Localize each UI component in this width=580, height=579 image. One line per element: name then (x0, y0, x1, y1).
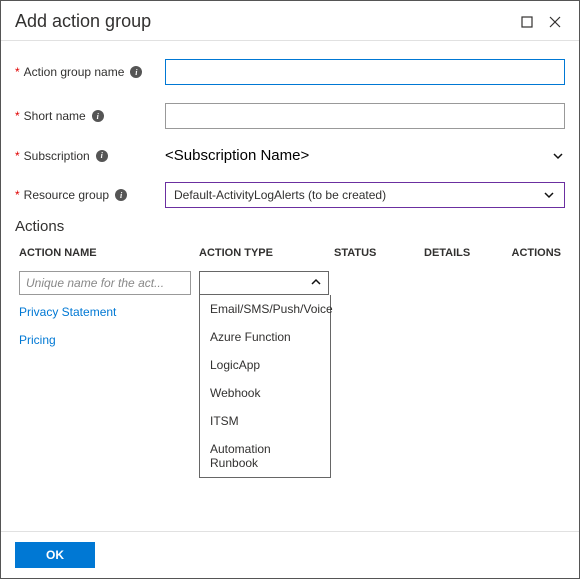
action-group-name-input[interactable] (165, 59, 565, 85)
form-area: * Action group name i * Short name i * S… (1, 41, 579, 220)
required-marker: * (15, 65, 20, 79)
maximize-icon[interactable] (517, 12, 537, 32)
col-status: STATUS (334, 247, 424, 259)
action-name-input[interactable] (19, 271, 191, 295)
action-type-dropdown[interactable]: Email/SMS/Push/Voice Azure Function Logi… (199, 271, 329, 295)
required-marker: * (15, 109, 20, 123)
action-group-name-label: Action group name (24, 65, 125, 79)
subscription-value: <Subscription Name> (165, 147, 551, 164)
option-itsm[interactable]: ITSM (200, 407, 330, 435)
option-email-sms-push-voice[interactable]: Email/SMS/Push/Voice (200, 295, 330, 323)
short-name-input[interactable] (165, 103, 565, 129)
subscription-label: Subscription (24, 149, 90, 163)
action-type-dropdown-list: Email/SMS/Push/Voice Azure Function Logi… (199, 295, 331, 478)
title-bar: Add action group (1, 1, 579, 41)
col-action-type: ACTION TYPE (199, 247, 334, 259)
dialog-title: Add action group (15, 11, 509, 32)
info-icon[interactable]: i (130, 66, 142, 78)
col-details: DETAILS (424, 247, 494, 259)
info-icon[interactable]: i (115, 189, 127, 201)
col-actions: ACTIONS (494, 247, 561, 259)
short-name-label: Short name (24, 109, 86, 123)
resource-group-value: Default-ActivityLogAlerts (to be created… (174, 188, 542, 202)
option-automation-runbook[interactable]: Automation Runbook (200, 435, 330, 477)
ok-button[interactable]: OK (15, 542, 95, 568)
action-row: Email/SMS/Push/Voice Azure Function Logi… (1, 267, 579, 295)
subscription-select[interactable]: <Subscription Name> (165, 147, 565, 164)
option-azure-function[interactable]: Azure Function (200, 323, 330, 351)
option-webhook[interactable]: Webhook (200, 379, 330, 407)
option-logicapp[interactable]: LogicApp (200, 351, 330, 379)
required-marker: * (15, 188, 20, 202)
resource-group-label: Resource group (24, 188, 109, 202)
info-icon[interactable]: i (96, 150, 108, 162)
resource-group-select[interactable]: Default-ActivityLogAlerts (to be created… (165, 182, 565, 208)
chevron-down-icon (551, 150, 565, 162)
info-icon[interactable]: i (92, 110, 104, 122)
dialog-footer: OK (1, 531, 579, 578)
chevron-up-icon (310, 276, 322, 291)
actions-table-header: ACTION NAME ACTION TYPE STATUS DETAILS A… (1, 239, 579, 267)
actions-section-header: Actions (1, 218, 579, 239)
close-icon[interactable] (545, 12, 565, 32)
col-action-name: ACTION NAME (19, 247, 199, 259)
chevron-down-icon (542, 189, 556, 201)
required-marker: * (15, 149, 20, 163)
